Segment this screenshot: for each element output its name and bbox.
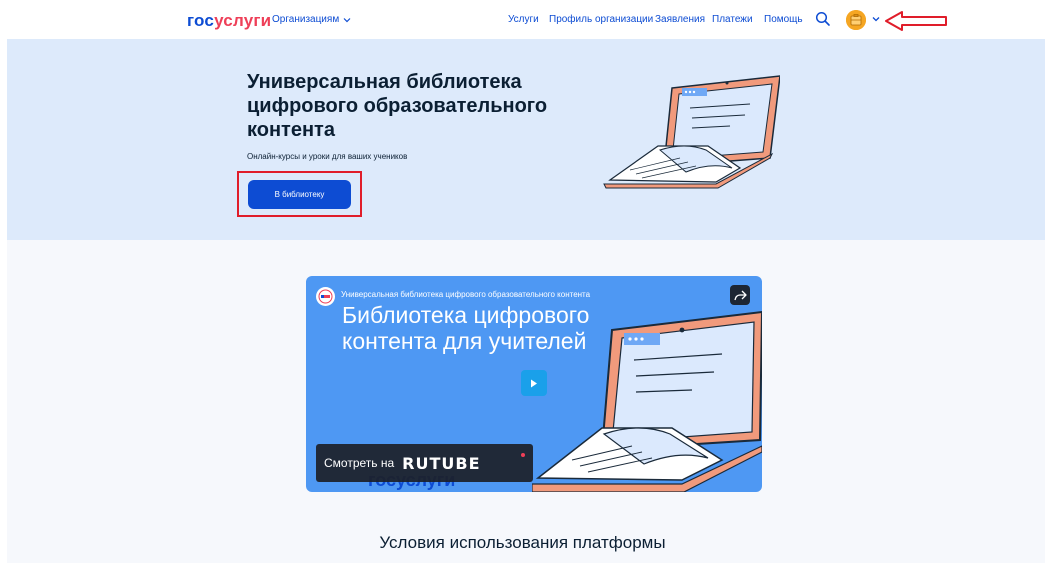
avatar[interactable]: [846, 10, 866, 30]
nav-item-applications[interactable]: Заявления: [655, 14, 705, 25]
channel-logo-icon[interactable]: [316, 287, 335, 306]
organizations-menu[interactable]: Организациям: [272, 14, 351, 25]
search-icon[interactable]: [815, 11, 831, 27]
play-button[interactable]: [521, 370, 547, 396]
organizations-menu-label: Организациям: [272, 14, 340, 25]
rutube-logo: RUTUBE: [402, 453, 481, 473]
watch-on-label: Смотреть на: [324, 456, 395, 470]
nav-item-services[interactable]: Услуги: [508, 14, 539, 25]
rutube-dot-icon: [521, 453, 525, 457]
gosuslugi-logo[interactable]: госуслуги: [187, 11, 271, 31]
video-title[interactable]: Универсальная библиотека цифрового образ…: [341, 290, 590, 299]
chevron-down-icon: [343, 17, 351, 22]
logo-part-gos: гос: [187, 11, 215, 30]
share-button[interactable]: [730, 285, 750, 305]
nav-item-help[interactable]: Помощь: [764, 14, 803, 25]
gosuslugi-badge-icon: [318, 289, 333, 304]
video-player[interactable]: Универсальная библиотека цифрового образ…: [306, 276, 762, 492]
annotation-highlight-box: [237, 171, 362, 217]
share-arrow-icon: [733, 290, 747, 300]
logo-part-uslugi: услуги: [214, 11, 272, 30]
video-headline: Библиотека цифрового контента для учител…: [342, 302, 590, 354]
organization-avatar-icon: [846, 10, 866, 30]
hero-title: Универсальная библиотека цифрового образ…: [247, 71, 548, 141]
hero-subtitle: Онлайн-курсы и уроки для ваших учеников: [247, 152, 408, 161]
annotation-arrow-icon: [885, 11, 947, 31]
top-header: госуслуги Организациям Услуги Профиль ор…: [0, 0, 1045, 39]
watch-on-rutube-button[interactable]: Смотреть на RUTUBE: [316, 444, 533, 482]
section-title-terms: Условия использования платформы: [379, 533, 666, 552]
laptop-book-illustration-icon: [603, 75, 780, 189]
nav-item-payments[interactable]: Платежи: [712, 14, 753, 25]
chevron-down-icon[interactable]: [871, 14, 881, 24]
play-icon: [531, 379, 537, 387]
nav-item-org-profile[interactable]: Профиль организации: [549, 14, 653, 25]
